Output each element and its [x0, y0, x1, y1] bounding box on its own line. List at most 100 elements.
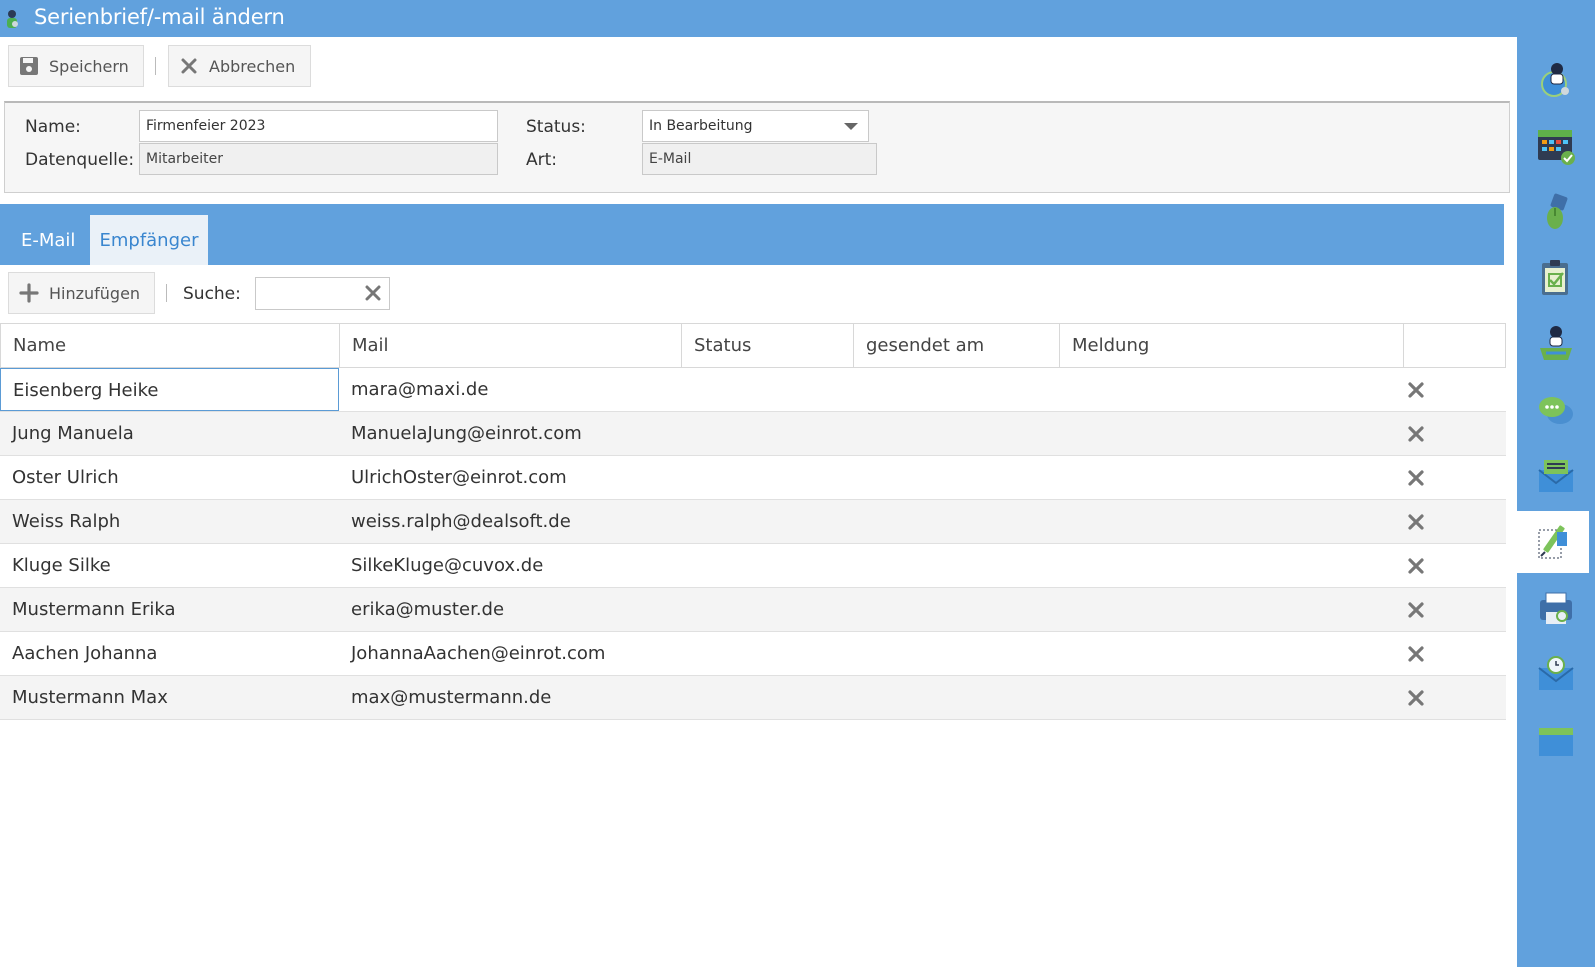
table-row[interactable]: Eisenberg Heike mara@maxi.de — [0, 368, 1506, 412]
cell-message[interactable] — [1059, 368, 1403, 411]
sidebar-item-serial-letter[interactable] — [1517, 511, 1589, 573]
table-row[interactable]: Jung Manuela ManuelaJung@einrot.com — [0, 412, 1506, 456]
cell-sent[interactable] — [853, 544, 1059, 587]
person-basket-icon — [1540, 326, 1572, 360]
table-row[interactable]: Mustermann Erika erika@muster.de — [0, 588, 1506, 632]
tab-email[interactable]: E-Mail — [0, 215, 96, 265]
cell-mail[interactable]: max@mustermann.de — [339, 676, 681, 719]
cell-name[interactable]: Eisenberg Heike — [0, 368, 339, 411]
sidebar-item-print-queue[interactable] — [1517, 577, 1595, 639]
edit-document-icon — [1538, 525, 1567, 559]
column-header-actions — [1404, 324, 1505, 367]
cell-message[interactable] — [1059, 456, 1403, 499]
cell-sent[interactable] — [853, 368, 1059, 411]
save-button[interactable]: Speichern — [8, 45, 144, 87]
column-header-mail[interactable]: Mail — [340, 324, 682, 367]
cell-message[interactable] — [1059, 632, 1403, 675]
sidebar-item-newsletter[interactable] — [1517, 445, 1595, 507]
cell-mail[interactable]: JohannaAachen@einrot.com — [339, 632, 681, 675]
cell-message[interactable] — [1059, 500, 1403, 543]
cell-mail[interactable]: UlrichOster@einrot.com — [339, 456, 681, 499]
datasource-label: Datenquelle: — [25, 150, 135, 170]
cell-sent[interactable] — [853, 500, 1059, 543]
delete-row-icon[interactable] — [1407, 425, 1425, 443]
column-header-status[interactable]: Status — [682, 324, 854, 367]
cell-status[interactable] — [681, 544, 853, 587]
cell-name[interactable]: Mustermann Erika — [0, 588, 339, 631]
delete-row-icon[interactable] — [1407, 513, 1425, 531]
status-select-value: In Bearbeitung — [649, 118, 753, 134]
close-icon — [179, 56, 199, 76]
sidebar-item-mouse[interactable] — [1517, 181, 1595, 243]
cell-mail[interactable]: mara@maxi.de — [339, 368, 681, 411]
cell-sent[interactable] — [853, 676, 1059, 719]
cell-status[interactable] — [681, 412, 853, 455]
right-sidebar — [1517, 37, 1595, 967]
title-bar: Serienbrief/-mail ändern — [0, 0, 1595, 37]
sidebar-item-checkout[interactable] — [1517, 313, 1595, 375]
cell-name[interactable]: Kluge Silke — [0, 544, 339, 587]
cell-status[interactable] — [681, 368, 853, 411]
chat-bubbles-icon — [1539, 397, 1573, 424]
cell-name[interactable]: Oster Ulrich — [0, 456, 339, 499]
cell-status[interactable] — [681, 500, 853, 543]
cell-mail[interactable]: SilkeKluge@cuvox.de — [339, 544, 681, 587]
sidebar-item-mail-schedule[interactable] — [1517, 643, 1595, 705]
sidebar-item-folder[interactable] — [1517, 709, 1595, 771]
status-select[interactable]: In Bearbeitung — [642, 110, 869, 142]
sidebar-item-contacts[interactable] — [1517, 49, 1595, 111]
grid-header: Name Mail Status gesendet am Meldung — [0, 323, 1506, 368]
table-row[interactable]: Oster Ulrich UlrichOster@einrot.com — [0, 456, 1506, 500]
delete-row-icon[interactable] — [1407, 645, 1425, 663]
calendar-icon — [1538, 130, 1575, 165]
chevron-down-icon — [844, 123, 858, 130]
cell-mail[interactable]: weiss.ralph@dealsoft.de — [339, 500, 681, 543]
tab-recipients[interactable]: Empfänger — [90, 215, 208, 265]
delete-row-icon[interactable] — [1407, 689, 1425, 707]
table-row[interactable]: Aachen Johanna JohannaAachen@einrot.com — [0, 632, 1506, 676]
table-row[interactable]: Mustermann Max max@mustermann.de — [0, 676, 1506, 720]
cell-sent[interactable] — [853, 412, 1059, 455]
cell-message[interactable] — [1059, 588, 1403, 631]
add-button[interactable]: Hinzufügen — [8, 272, 155, 314]
cell-message[interactable] — [1059, 676, 1403, 719]
toolbar-divider — [155, 57, 156, 75]
search-label: Suche: — [183, 284, 241, 304]
add-label: Hinzufügen — [49, 283, 141, 303]
cell-name[interactable]: Aachen Johanna — [0, 632, 339, 675]
delete-row-icon[interactable] — [1407, 469, 1425, 487]
cell-mail[interactable]: erika@muster.de — [339, 588, 681, 631]
name-field[interactable]: Firmenfeier 2023 — [139, 110, 498, 142]
cell-name[interactable]: Weiss Ralph — [0, 500, 339, 543]
sidebar-item-calendar[interactable] — [1517, 115, 1595, 177]
cell-sent[interactable] — [853, 632, 1059, 675]
cell-sent[interactable] — [853, 456, 1059, 499]
cell-name[interactable]: Mustermann Max — [0, 676, 339, 719]
cell-name[interactable]: Jung Manuela — [0, 412, 339, 455]
delete-row-icon[interactable] — [1407, 601, 1425, 619]
cell-mail[interactable]: ManuelaJung@einrot.com — [339, 412, 681, 455]
clear-search-icon[interactable] — [365, 285, 381, 301]
column-header-message[interactable]: Meldung — [1060, 324, 1404, 367]
contacts-globe-icon — [1541, 63, 1569, 97]
sidebar-item-chat[interactable] — [1517, 379, 1595, 441]
column-header-name[interactable]: Name — [1, 324, 340, 367]
cell-status[interactable] — [681, 588, 853, 631]
cell-status[interactable] — [681, 632, 853, 675]
save-label: Speichern — [49, 56, 129, 76]
cancel-label: Abbrechen — [209, 56, 296, 76]
cell-status[interactable] — [681, 456, 853, 499]
column-header-sent[interactable]: gesendet am — [854, 324, 1060, 367]
delete-row-icon[interactable] — [1407, 381, 1425, 399]
type-label: Art: — [526, 150, 558, 170]
table-row[interactable]: Kluge Silke SilkeKluge@cuvox.de — [0, 544, 1506, 588]
delete-row-icon[interactable] — [1407, 557, 1425, 575]
cell-message[interactable] — [1059, 544, 1403, 587]
sidebar-item-tasks[interactable] — [1517, 247, 1595, 309]
cell-sent[interactable] — [853, 588, 1059, 631]
cell-message[interactable] — [1059, 412, 1403, 455]
cell-status[interactable] — [681, 676, 853, 719]
status-label: Status: — [526, 117, 586, 137]
table-row[interactable]: Weiss Ralph weiss.ralph@dealsoft.de — [0, 500, 1506, 544]
cancel-button[interactable]: Abbrechen — [168, 45, 311, 87]
